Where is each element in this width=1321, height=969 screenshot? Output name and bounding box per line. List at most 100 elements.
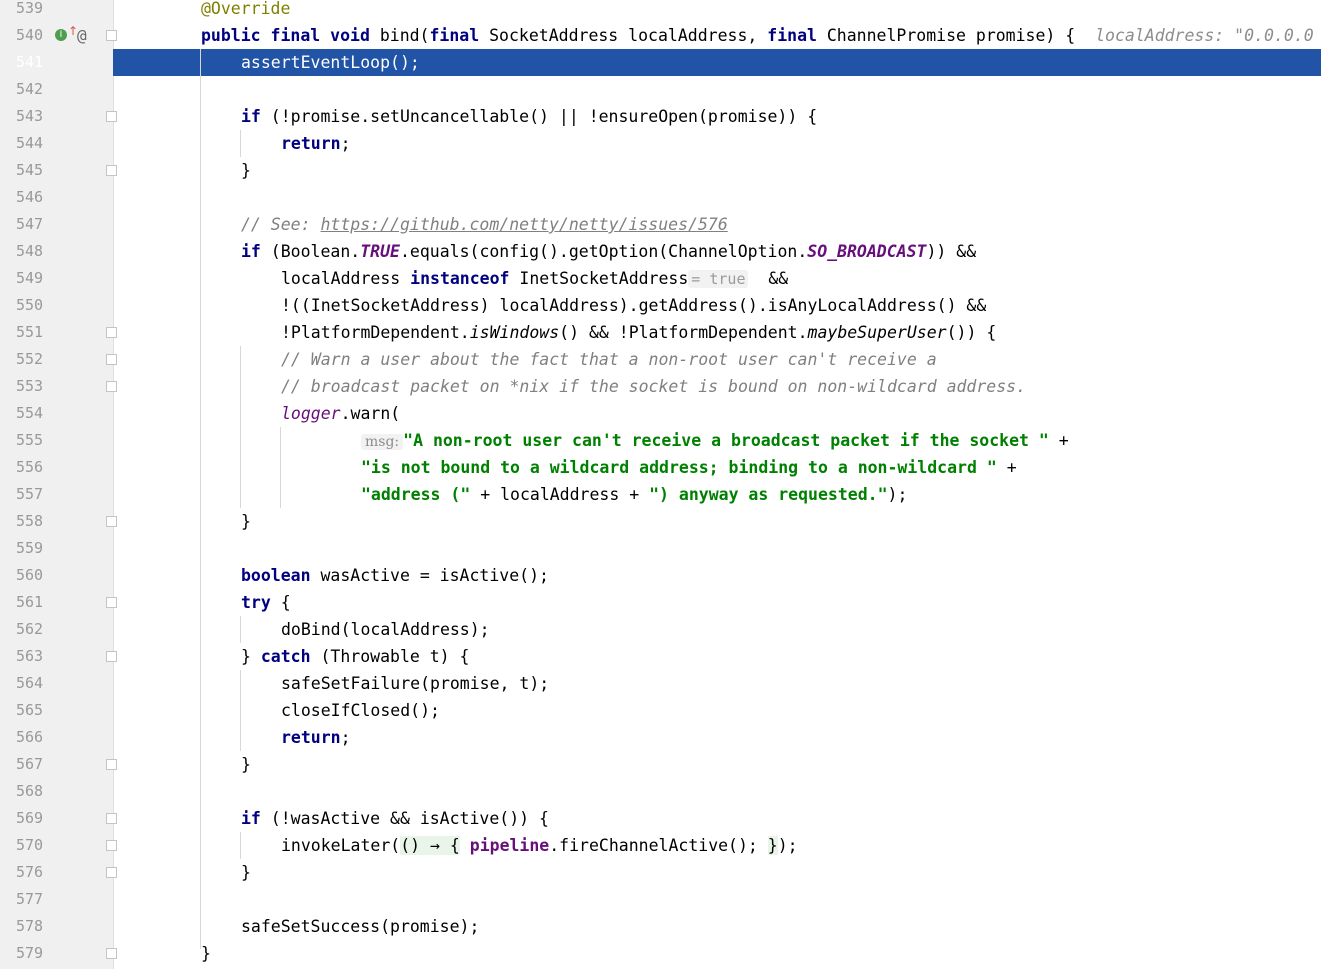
code-text: } [241, 755, 251, 774]
code-line[interactable]: closeIfClosed(); [281, 697, 440, 724]
code-text: () && !PlatformDependent. [559, 323, 808, 342]
expand-fold-marker[interactable] [106, 840, 117, 851]
code-line[interactable]: } catch (Throwable t) { [241, 643, 470, 670]
line-number: 552 [16, 350, 44, 368]
code-line[interactable]: } [241, 751, 251, 778]
code-line[interactable]: public final void bind(final SocketAddre… [201, 22, 1314, 49]
keyword: final [429, 26, 480, 45]
comment: // Warn a user about the fact that a non… [281, 350, 937, 369]
comment: // See: [241, 215, 321, 234]
line-number: 550 [16, 296, 44, 314]
code-line[interactable]: doBind(localAddress); [281, 616, 490, 643]
code-line[interactable]: safeSetSuccess(promise); [241, 913, 479, 940]
code-line[interactable]: return; [281, 724, 351, 751]
fold-marker[interactable] [106, 948, 117, 959]
fold-marker[interactable] [106, 327, 117, 338]
fold-marker[interactable] [106, 165, 117, 176]
line-number: 565 [16, 701, 44, 719]
string-literal: "address (" [361, 485, 471, 504]
line-number: 567 [16, 755, 44, 773]
code-line[interactable]: } [241, 157, 251, 184]
indent-guide [240, 346, 241, 508]
code-line[interactable]: boolean wasActive = isActive(); [241, 562, 549, 589]
code-line[interactable]: } [241, 508, 251, 535]
fold-marker[interactable] [106, 516, 117, 527]
code-text: && [748, 269, 789, 288]
fold-marker[interactable] [106, 111, 117, 122]
code-text: )) && [926, 242, 977, 261]
code-text: } [241, 161, 251, 180]
code-text: wasActive = isActive(); [310, 566, 549, 585]
comment-link[interactable]: https://github.com/netty/netty/issues/57… [320, 215, 727, 234]
fold-marker[interactable] [106, 30, 117, 41]
code-line[interactable]: // See: https://github.com/netty/netty/i… [241, 211, 728, 238]
keyword: public final void [201, 26, 370, 45]
fold-marker[interactable] [106, 813, 117, 824]
indent-guide [240, 832, 241, 859]
code-line[interactable]: return; [281, 130, 351, 157]
code-text: (!wasActive && isActive()) { [260, 809, 549, 828]
folded-lambda-end[interactable]: } [767, 836, 778, 855]
fold-marker[interactable] [106, 597, 117, 608]
line-number: 546 [16, 188, 44, 206]
line-number: 551 [16, 323, 44, 341]
code-text: ChannelPromise promise) { [816, 26, 1076, 45]
code-line[interactable]: "is not bound to a wildcard address; bin… [361, 454, 1017, 481]
fold-marker[interactable] [106, 651, 117, 662]
code-line-selected[interactable]: assertEventLoop(); [241, 49, 420, 76]
line-number: 569 [16, 809, 44, 827]
keyword: if [241, 107, 261, 126]
code-line[interactable]: "address (" + localAddress + ") anyway a… [361, 481, 907, 508]
line-number: 559 [16, 539, 44, 557]
code-line[interactable]: localAddress instanceof InetSocketAddres… [281, 265, 788, 292]
line-number: 556 [16, 458, 44, 476]
keyword: return [281, 134, 341, 153]
code-text: bind( [369, 26, 430, 45]
code-text: { [270, 593, 291, 612]
fold-marker[interactable] [106, 759, 117, 770]
folded-lambda[interactable]: () → { [400, 836, 460, 855]
field: pipeline [469, 836, 550, 855]
implements-icon[interactable]: I [55, 29, 67, 41]
line-number: 553 [16, 377, 44, 395]
line-number: 563 [16, 647, 44, 665]
keyword: instanceof [410, 269, 510, 288]
override-icon[interactable]: @ [77, 22, 87, 49]
code-line[interactable]: msg: "A non-root user can't receive a bro… [361, 427, 1069, 454]
code-text: + [1048, 431, 1069, 450]
static-field: TRUE [360, 242, 400, 261]
fold-marker[interactable] [106, 354, 117, 365]
code-line[interactable]: if (!promise.setUncancellable() || !ensu… [241, 103, 817, 130]
code-text: closeIfClosed(); [281, 701, 440, 720]
parameter-hint: msg: [361, 434, 404, 450]
comment: // broadcast packet on *nix if the socke… [281, 377, 1027, 396]
line-number: 543 [16, 107, 44, 125]
code-line[interactable]: invokeLater(() → { pipeline.fireChannelA… [281, 832, 798, 859]
code-line[interactable]: } [241, 859, 251, 886]
code-text: SocketAddress localAddress, [479, 26, 768, 45]
code-text: (!promise.setUncancellable() || !ensureO… [260, 107, 818, 126]
keyword: final [767, 26, 817, 45]
debugger-inline-value: localAddress: "0.0.0.0 [1075, 26, 1314, 45]
code-line[interactable]: !PlatformDependent.isWindows() && !Platf… [281, 319, 996, 346]
code-line[interactable]: try { [241, 589, 291, 616]
code-line[interactable]: } [201, 940, 211, 967]
code-line[interactable]: safeSetFailure(promise, t); [281, 670, 549, 697]
line-number: 577 [16, 890, 44, 908]
code-text: safeSetFailure(promise, t); [281, 674, 550, 693]
static-method: isWindows [469, 323, 560, 342]
code-text: !((InetSocketAddress) localAddress).getA… [281, 296, 987, 315]
static-field: logger [281, 404, 341, 423]
code-line[interactable]: !((InetSocketAddress) localAddress).getA… [281, 292, 986, 319]
code-line[interactable]: if (Boolean.TRUE.equals(config().getOpti… [241, 238, 976, 265]
keyword: catch [260, 647, 311, 666]
fold-marker[interactable] [106, 381, 117, 392]
code-text: + [996, 458, 1017, 477]
code-line[interactable]: logger.warn( [281, 400, 400, 427]
code-line[interactable]: // broadcast packet on *nix if the socke… [281, 373, 1026, 400]
code-line[interactable]: // Warn a user about the fact that a non… [281, 346, 937, 373]
code-line[interactable]: @Override [201, 0, 290, 22]
code-line[interactable]: if (!wasActive && isActive()) { [241, 805, 549, 832]
fold-marker[interactable] [106, 867, 117, 878]
line-number: 542 [16, 80, 44, 98]
